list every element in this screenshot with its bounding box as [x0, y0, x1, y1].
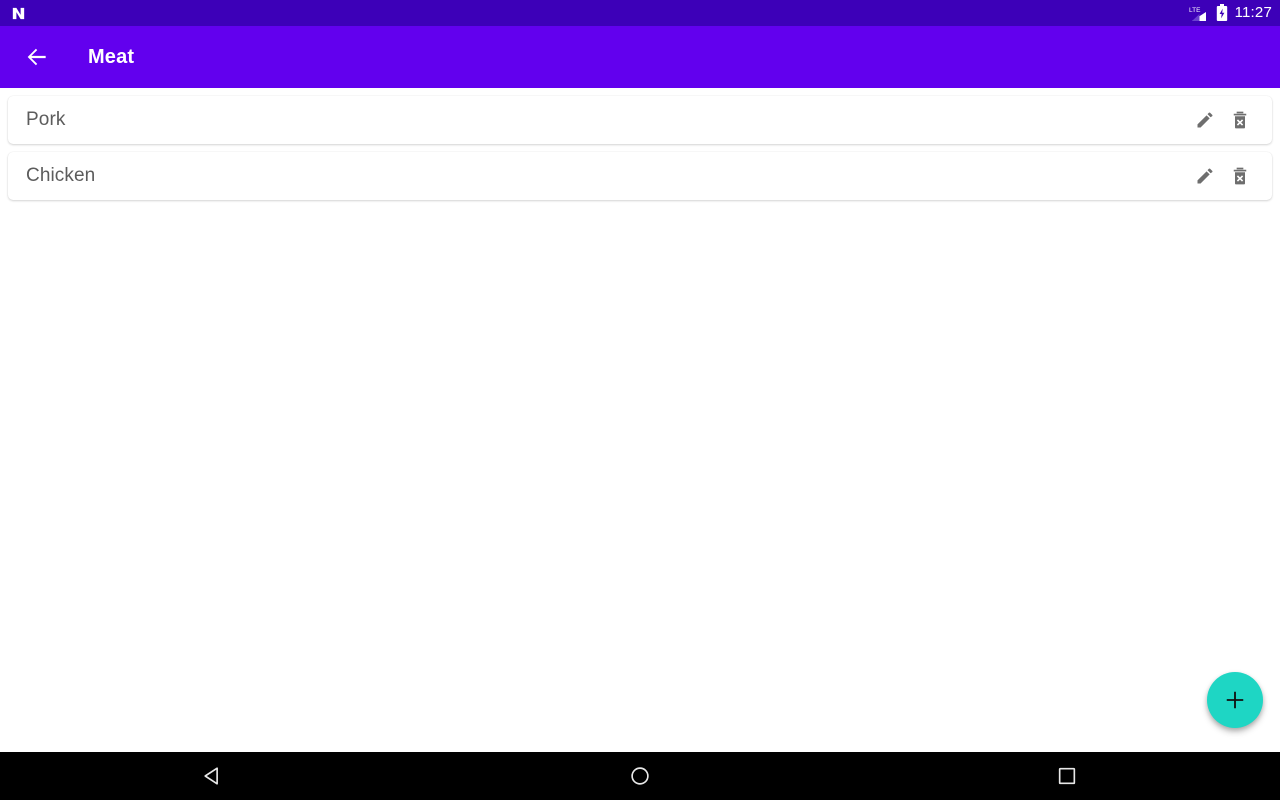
pencil-icon [1197, 168, 1213, 184]
add-item-fab[interactable] [1207, 672, 1263, 728]
status-bar-clock: 11:27 [1234, 4, 1272, 21]
lte-signal-icon: LTE [1189, 7, 1206, 21]
app-n-icon [12, 7, 25, 19]
list-item-actions [1193, 108, 1262, 132]
app-bar: Meat [0, 26, 1280, 88]
status-bar: LTE 11:27 [0, 0, 1280, 26]
list-item-label: Pork [26, 109, 66, 130]
home-circle-icon [631, 767, 649, 785]
delete-button[interactable] [1228, 164, 1252, 188]
android-navigation-bar [0, 752, 1280, 800]
svg-text:LTE: LTE [1189, 7, 1201, 14]
status-bar-system-icons: LTE 11:27 [1189, 4, 1272, 22]
trash-x-icon [1233, 111, 1247, 129]
android-screen: LTE 11:27 Meat Pork Chicken [0, 0, 1280, 800]
delete-button[interactable] [1228, 108, 1252, 132]
edit-button[interactable] [1193, 108, 1217, 132]
content-area: Pork Chicken [0, 88, 1280, 752]
back-triangle-icon [204, 767, 219, 785]
nav-back-button[interactable] [183, 756, 243, 796]
back-button[interactable] [22, 42, 52, 72]
back-arrow-icon [27, 48, 46, 66]
trash-x-icon [1233, 167, 1247, 185]
list-item[interactable]: Pork [8, 96, 1272, 144]
list-item[interactable]: Chicken [8, 152, 1272, 200]
edit-button[interactable] [1193, 164, 1217, 188]
list-item-label: Chicken [26, 165, 96, 186]
list-item-actions [1193, 164, 1262, 188]
nav-home-button[interactable] [610, 756, 670, 796]
nav-recents-button[interactable] [1037, 756, 1097, 796]
status-bar-notifications [10, 5, 27, 22]
recents-square-icon [1058, 767, 1075, 785]
page-title: Meat [88, 45, 135, 68]
battery-charging-icon [1216, 4, 1227, 21]
plus-icon [1226, 691, 1244, 709]
pencil-icon [1197, 112, 1213, 128]
